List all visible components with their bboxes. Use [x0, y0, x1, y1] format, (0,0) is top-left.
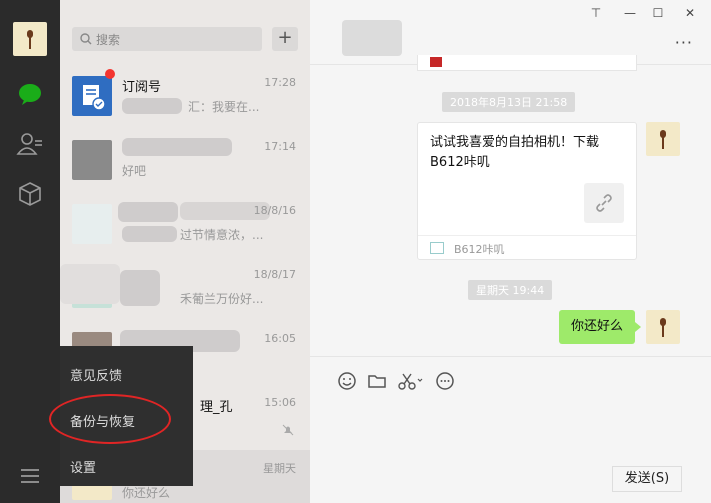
- timestamp: 2018年8月13日 21:58: [442, 92, 576, 112]
- list-item[interactable]: 18/8/17 禾葡兰万份好...: [60, 258, 310, 322]
- chat-time: 18/8/16: [253, 204, 296, 217]
- chat-name: 订阅号: [122, 80, 162, 95]
- highlight-ellipse: [49, 394, 171, 444]
- chat-time: 17:28: [264, 76, 296, 89]
- previous-card: [417, 55, 637, 71]
- send-button[interactable]: 发送(S): [612, 466, 682, 492]
- chat-time: 18/8/17: [253, 268, 296, 281]
- chat-preview: 好吧: [122, 164, 147, 178]
- list-item[interactable]: 18/8/16 过节情意浓，...: [60, 194, 310, 258]
- cube-icon[interactable]: [16, 180, 44, 208]
- chat-time: 16:05: [264, 332, 296, 345]
- scissors-icon[interactable]: [396, 370, 424, 392]
- subscription-icon: [72, 76, 112, 116]
- add-button[interactable]: +: [272, 27, 298, 51]
- maximize-button[interactable]: ☐: [646, 6, 670, 20]
- contacts-icon[interactable]: [16, 130, 44, 158]
- chat-preview: 过节情意浓，...: [180, 228, 264, 242]
- search-box[interactable]: 搜索: [72, 27, 262, 51]
- chat-preview: 你还好么: [122, 486, 171, 500]
- menu-icon[interactable]: [16, 462, 44, 490]
- minimize-button[interactable]: —: [618, 6, 642, 20]
- card-title: 试试我喜爱的自拍相机！下载B612咔叽: [430, 135, 600, 170]
- chat-avatar: [72, 204, 112, 244]
- close-button[interactable]: ✕: [678, 6, 702, 20]
- search-icon: [80, 33, 92, 45]
- pin-button[interactable]: ⊤: [584, 6, 608, 20]
- menu-item-feedback[interactable]: 意见反馈: [70, 365, 122, 384]
- chat-icon[interactable]: [16, 80, 44, 108]
- chat-bubble-icon[interactable]: [434, 370, 456, 392]
- folder-icon[interactable]: [366, 370, 388, 392]
- chat-time: 星期天: [263, 462, 296, 475]
- menu-item-settings[interactable]: 设置: [70, 457, 96, 476]
- mute-icon: [282, 424, 294, 436]
- search-placeholder: 搜索: [96, 33, 121, 47]
- chat-title: [342, 20, 402, 56]
- list-item[interactable]: 订阅号 17:28 汇：我要在...: [60, 66, 310, 130]
- link-icon: [584, 183, 624, 223]
- sent-message: 你还好么: [559, 310, 642, 344]
- my-avatar[interactable]: [646, 310, 680, 344]
- chat-time: 17:14: [264, 140, 296, 153]
- my-avatar[interactable]: [646, 122, 680, 156]
- nav-sidebar: [0, 0, 60, 503]
- timestamp: 星期天 19:44: [468, 280, 553, 300]
- card-source: B612咔叽: [454, 243, 505, 256]
- more-icon[interactable]: ···: [675, 33, 693, 52]
- unread-badge: [105, 69, 115, 79]
- link-card[interactable]: 试试我喜爱的自拍相机！下载B612咔叽 B612咔叽: [417, 122, 637, 260]
- chat-time: 15:06: [264, 396, 296, 409]
- emoji-icon[interactable]: [336, 370, 358, 392]
- chat-preview: 禾葡兰万份好...: [180, 292, 264, 306]
- chat-preview: 汇：我要在...: [188, 100, 260, 114]
- list-item[interactable]: 17:14 好吧: [60, 130, 310, 194]
- chat-name: 理_孔: [200, 400, 233, 415]
- chat-avatar: [72, 140, 112, 180]
- chat-panel: ⊤ — ☐ ✕ ··· 2018年8月13日 21:58 试试我喜爱的自拍相机！…: [310, 0, 711, 503]
- user-avatar[interactable]: [13, 22, 47, 56]
- card-footer: B612咔叽: [418, 235, 636, 259]
- app-icon: [430, 242, 444, 254]
